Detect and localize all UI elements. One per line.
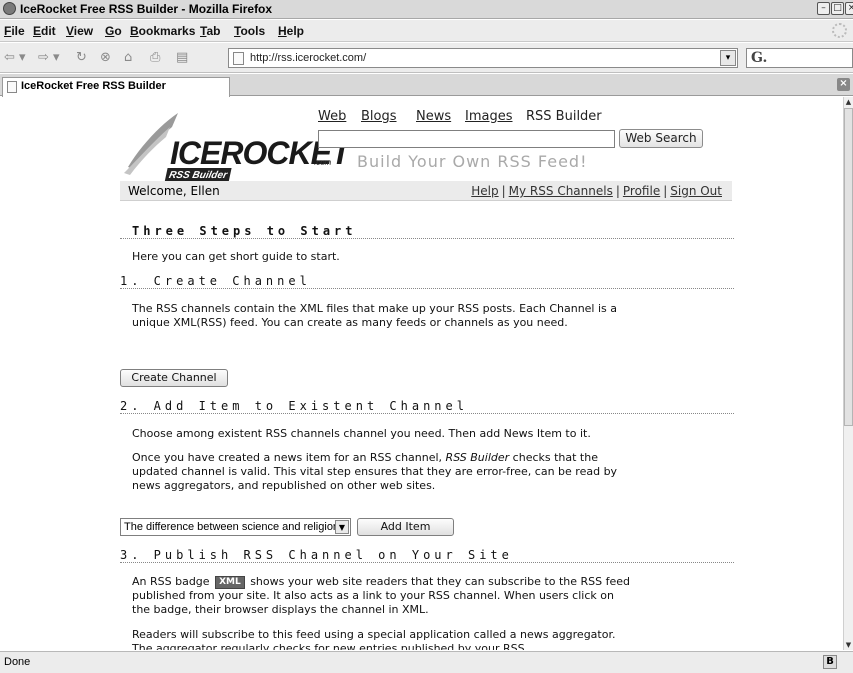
web-search-button[interactable]: Web Search [619, 129, 703, 148]
tab-page-icon [7, 81, 17, 93]
tab-icerocket[interactable]: IceRocket Free RSS Builder [2, 77, 230, 97]
nav-news-link[interactable]: News [416, 109, 451, 124]
profile-link[interactable]: Profile [623, 184, 660, 198]
step2-heading: 2. Add Item to Existent Channel [120, 399, 468, 413]
sign-out-link[interactable]: Sign Out [670, 184, 722, 198]
step3-heading: 3. Publish RSS Channel on Your Site [120, 548, 513, 562]
menu-file[interactable]: File [4, 24, 25, 38]
nav-rss-builder: RSS Builder [526, 109, 602, 124]
menu-edit[interactable]: Edit [33, 24, 56, 38]
close-window-button[interactable]: × [845, 2, 853, 15]
help-link[interactable]: Help [471, 184, 498, 198]
minimize-button[interactable]: – [817, 2, 830, 15]
menu-tab[interactable]: Tab [200, 24, 220, 38]
channel-select-value[interactable]: The difference between science and relig… [124, 521, 339, 533]
history-button[interactable]: ▤ [176, 49, 188, 66]
menu-go[interactable]: Go [105, 24, 122, 38]
main-heading: Three Steps to Start [132, 224, 357, 238]
web-search-input[interactable] [318, 130, 615, 148]
icerocket-logo[interactable]: ICEROCKET TM .com RSS Builder [120, 105, 350, 185]
page-icon [233, 52, 244, 65]
close-tab-icon[interactable]: × [837, 78, 850, 91]
nav-blogs-link[interactable]: Blogs [361, 109, 397, 124]
link-separator: | [663, 184, 668, 198]
logo-com: .com [314, 158, 332, 167]
address-bar[interactable]: http://rss.icerocket.com/ ▾ [228, 48, 738, 68]
status-bar: Done B [0, 651, 853, 673]
welcome-text: Welcome, Ellen [128, 184, 220, 198]
blocker-icon[interactable]: B [823, 655, 837, 669]
create-channel-button[interactable]: Create Channel [120, 369, 228, 387]
nav-web-link[interactable]: Web [318, 109, 346, 124]
search-engine-box[interactable]: G. [746, 48, 853, 68]
scroll-up-icon[interactable]: ▲ [844, 97, 853, 107]
link-separator: | [615, 184, 620, 198]
stop-button[interactable]: ⊗ [100, 49, 111, 66]
window-title: IceRocket Free RSS Builder - Mozilla Fir… [20, 2, 273, 16]
step3-text1-a: An RSS badge [132, 575, 214, 588]
chevron-down-icon[interactable]: ▼ [335, 520, 349, 534]
vertical-scrollbar[interactable]: ▲ ▼ [843, 97, 853, 650]
tab-bar: IceRocket Free RSS Builder × [0, 74, 853, 97]
maximize-button[interactable]: □ [831, 2, 844, 15]
home-button[interactable]: ⌂ [124, 49, 132, 66]
step1-text: The RSS channels contain the XML files t… [132, 302, 618, 329]
intro-text: Here you can get short guide to start. [132, 250, 340, 263]
channel-select[interactable]: The difference between science and relig… [120, 518, 351, 536]
title-bar: IceRocket Free RSS Builder - Mozilla Fir… [0, 0, 853, 19]
xml-badge-icon: XML [215, 576, 245, 589]
step2-text2: Once you have created a news item for an… [132, 451, 632, 493]
step3-text1: An RSS badge XML shows your web site rea… [132, 575, 632, 617]
step3-rule [120, 562, 734, 563]
url-dropdown-icon[interactable]: ▾ [720, 50, 736, 66]
step2-rule [120, 413, 734, 414]
forward-button[interactable]: ⇨ ▾ [38, 49, 60, 66]
menu-bar: File Edit View Go Bookmarks Tab Tools He… [0, 20, 853, 42]
print-button[interactable]: ⎙ [150, 49, 160, 66]
my-rss-channels-link[interactable]: My RSS Channels [509, 184, 613, 198]
step1-rule [120, 288, 734, 289]
step3-text2: Readers will subscribe to this feed usin… [132, 628, 616, 650]
rss-builder-emphasis: RSS Builder [445, 451, 510, 464]
reload-button[interactable]: ↻ [76, 49, 87, 66]
throbber-icon [832, 23, 847, 38]
link-separator: | [501, 184, 506, 198]
navigation-toolbar: ⇦ ▾ ⇨ ▾ ↻ ⊗ ⌂ ⎙ ▤ http://rss.icerocket.c… [0, 43, 853, 73]
status-text: Done [4, 656, 31, 668]
user-links: Help | My RSS Channels | Profile | Sign Out [471, 184, 722, 198]
menu-help[interactable]: Help [278, 24, 304, 38]
welcome-bar: Welcome, Ellen Help | My RSS Channels | Prof… [120, 181, 732, 201]
menu-view[interactable]: View [66, 24, 93, 38]
step1-heading: 1. Create Channel [120, 274, 311, 288]
google-icon[interactable]: G. [751, 50, 767, 66]
menu-tools[interactable]: Tools [234, 24, 265, 38]
page-content: ICEROCKET TM .com RSS Builder Web Blogs … [0, 97, 843, 650]
firefox-icon [3, 2, 16, 15]
menu-bookmarks[interactable]: Bookmarks [130, 24, 195, 38]
tab-label[interactable]: IceRocket Free RSS Builder [21, 80, 166, 92]
step2-text1: Choose among existent RSS channels chann… [132, 427, 591, 440]
heading-rule [120, 238, 734, 239]
scrollbar-thumb[interactable] [844, 108, 853, 426]
tagline: Build Your Own RSS Feed! [357, 152, 588, 171]
scroll-down-icon[interactable]: ▼ [844, 640, 853, 650]
add-item-button[interactable]: Add Item [357, 518, 454, 536]
nav-images-link[interactable]: Images [465, 109, 513, 124]
step2-text2-a: Once you have created a news item for an… [132, 451, 446, 464]
back-button[interactable]: ⇦ ▾ [4, 49, 26, 66]
url-text[interactable]: http://rss.icerocket.com/ [250, 52, 366, 64]
